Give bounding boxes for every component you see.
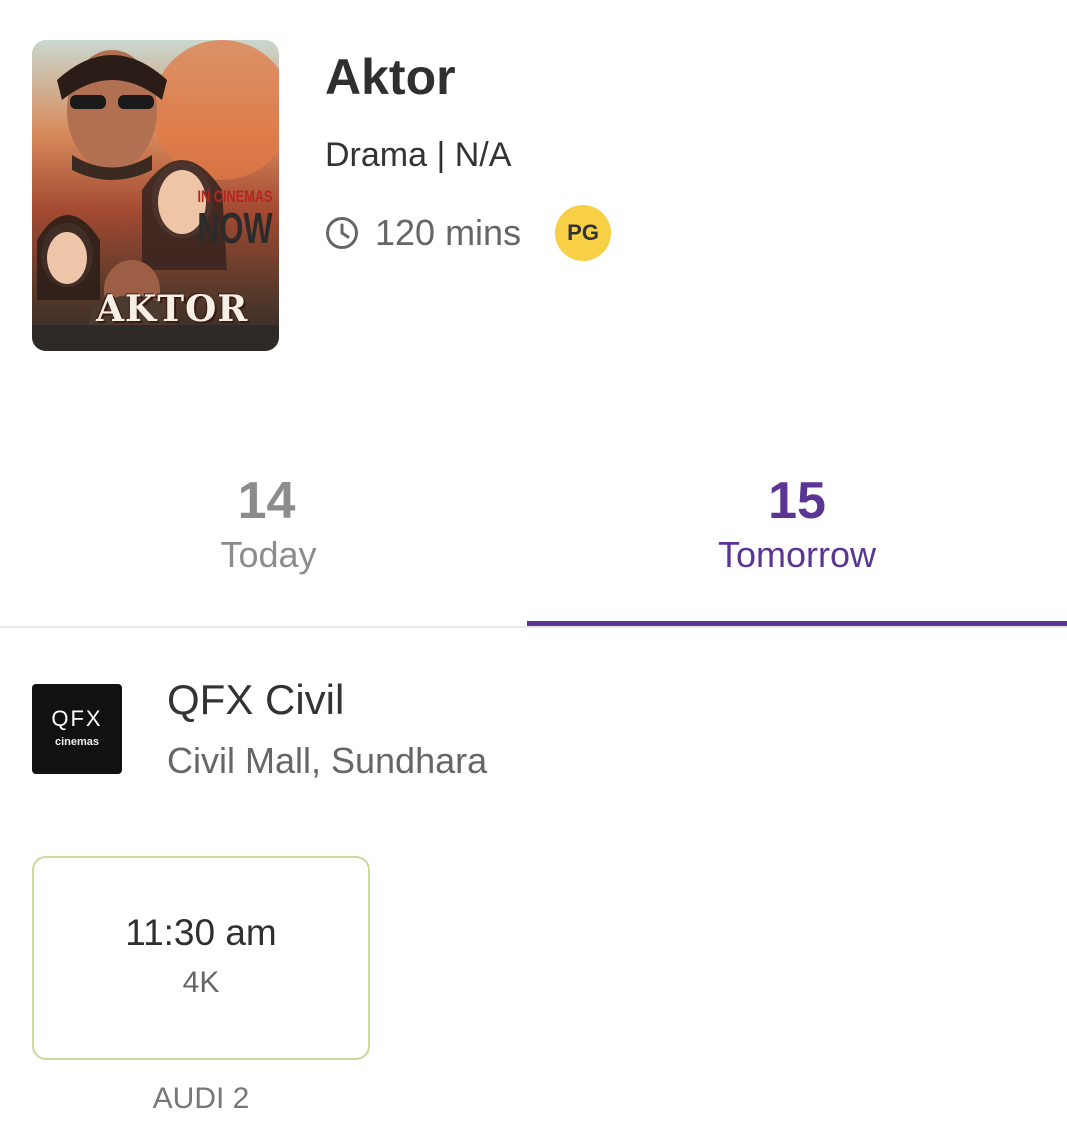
tab-day-number: 15: [768, 472, 826, 530]
tabs-divider: [0, 626, 1067, 628]
tab-day-label: Today: [220, 534, 317, 575]
tab-day-number: 14: [237, 472, 296, 530]
movie-showtimes-screen: IN CINEMAS NOW AKTOR Aktor Drama | N/A 1…: [0, 0, 1067, 1131]
cinema-location: Civil Mall, Sundhara: [167, 740, 488, 781]
cinema-logo: QFX cinemas: [32, 684, 122, 774]
movie-title: Aktor: [325, 49, 456, 105]
clock-icon: [325, 216, 359, 250]
cinema-logo-sub: cinemas: [54, 736, 100, 748]
tab-today[interactable]: 14 Today: [0, 465, 533, 625]
showtime-time: 11:30 am: [125, 912, 277, 953]
rating-badge: PG: [555, 205, 612, 261]
poster-tagline: IN CINEMAS NOW: [165, 188, 273, 251]
tab-tomorrow[interactable]: 15 Tomorrow: [527, 465, 1067, 625]
date-tabs: 14 Today 15 Tomorrow: [0, 465, 1067, 630]
tab-day-label: Tomorrow: [717, 534, 877, 575]
poster-tagline-line2: NOW: [197, 204, 273, 253]
movie-genre-language: Drama | N/A: [325, 136, 512, 174]
showtime-button[interactable]: 11:30 am 4K: [32, 856, 370, 1060]
movie-header: IN CINEMAS NOW AKTOR Aktor Drama | N/A 1…: [0, 0, 1067, 400]
movie-duration: 120 mins: [375, 212, 522, 253]
movie-poster[interactable]: IN CINEMAS NOW AKTOR: [32, 40, 279, 351]
selected-tab-indicator: [527, 621, 1067, 626]
poster-tagline-line1: IN CINEMAS: [197, 187, 273, 206]
showtime-format: 4K: [182, 966, 220, 999]
cinema-logo-brand: QFX: [51, 706, 103, 731]
duration-row: 120 mins PG: [325, 205, 612, 261]
cinema-name: QFX Civil: [167, 676, 345, 723]
poster-title: AKTOR: [96, 288, 249, 330]
showtime-hall: AUDI 2: [152, 1082, 250, 1115]
